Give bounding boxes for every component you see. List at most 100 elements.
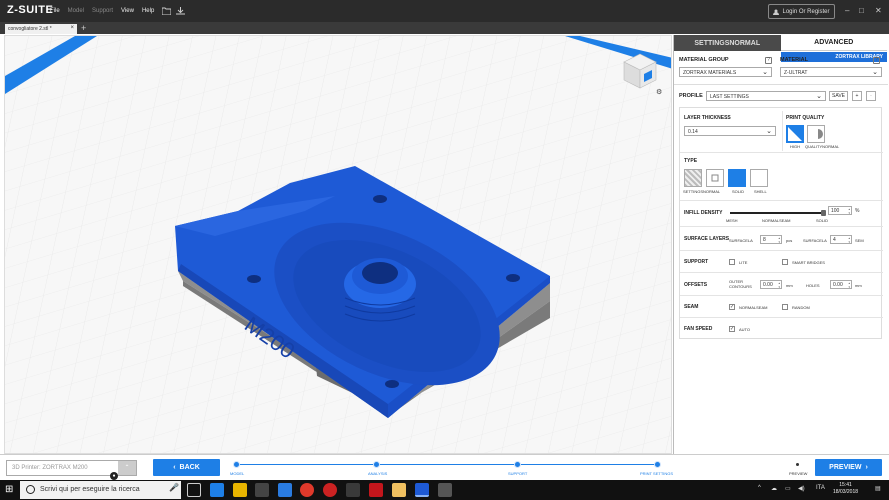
add-profile-button[interactable]: + — [852, 91, 862, 101]
stepper-arrows-icon[interactable]: ▴ ▾ — [848, 281, 850, 289]
type-mesh-option[interactable] — [684, 169, 702, 187]
quality-high-option[interactable] — [786, 125, 804, 143]
surface-top-input[interactable]: 4 ▴ ▾ — [830, 235, 852, 244]
back-label: BACK — [179, 464, 200, 471]
export-icon[interactable] — [176, 7, 185, 15]
tab-advanced[interactable]: ADVANCED — [780, 35, 887, 51]
settings-box: LAYER THICKNESS 0.14 ⌄ PRINT QUALITY HIG… — [679, 107, 883, 339]
step-support-label: SUPPORT — [508, 471, 528, 476]
material-group-select[interactable]: ZORTRAX MATERIALS ⌄ — [679, 67, 772, 77]
add-tab-button[interactable]: + — [81, 23, 86, 33]
fan-auto-checkbox[interactable]: ✓ — [729, 326, 735, 332]
printer-dropdown-icon[interactable]: ⌃ — [118, 461, 136, 475]
layer-thickness-select[interactable]: 0.14 ⌄ — [684, 126, 776, 136]
profile-select[interactable]: LAST SETTINGS ⌄ — [706, 91, 826, 101]
step-preview-dot[interactable] — [796, 463, 799, 466]
store-icon[interactable] — [255, 483, 269, 497]
volume-icon[interactable]: ◀) — [798, 485, 805, 492]
mcafee-icon[interactable] — [369, 483, 383, 497]
minimize-icon[interactable]: – — [845, 6, 849, 15]
material-group-label: MATERIAL GROUP — [679, 57, 729, 63]
stepper-arrows-icon[interactable]: ▴ ▾ — [848, 236, 850, 244]
opera-icon[interactable] — [323, 483, 337, 497]
infill-slider-thumb[interactable] — [821, 210, 826, 216]
holes-label: HOLES — [806, 283, 820, 288]
login-label: Login Or Register — [782, 8, 830, 15]
taskbar-search[interactable]: Scrivi qui per eseguire la ricerca — [20, 481, 181, 499]
menu-support[interactable]: Support — [92, 8, 113, 14]
type-label: TYPE — [684, 158, 698, 164]
type-section: TYPE SETTINGSNORMAL SOLID SHELL — [680, 153, 883, 201]
menu-bar: File Model Support View Help — [50, 8, 154, 14]
task-view-icon[interactable] — [187, 483, 201, 497]
file-tab[interactable]: convogliatore 2.stl * × — [5, 24, 77, 34]
chrome-icon[interactable] — [300, 483, 314, 497]
preview-label: PREVIEW — [829, 464, 862, 471]
quality-high-label: HIGH — [790, 144, 800, 149]
microphone-icon[interactable]: 🎤 — [167, 483, 181, 497]
tray-chevron-icon[interactable]: ^ — [758, 485, 761, 491]
infill-density-input[interactable]: 100 ▴ ▾ — [828, 206, 852, 215]
settings-panel: SETTINGSNORMAL ADVANCED ZORTRAX LIBRARY … — [673, 35, 888, 454]
surface-layers-label: SURFACE LAYERS — [684, 236, 730, 242]
holes-input[interactable]: 0.00 ▴ ▾ — [830, 280, 852, 289]
offsets-label: OFFSETS — [684, 282, 708, 288]
menu-file[interactable]: File — [50, 8, 60, 14]
language-indicator[interactable]: ITA — [816, 485, 825, 491]
tab-settings-normal[interactable]: SETTINGSNORMAL — [674, 35, 781, 51]
notifications-icon[interactable]: ▤ — [875, 485, 881, 492]
login-button[interactable]: Login Or Register — [768, 4, 835, 19]
file-explorer-icon[interactable] — [233, 483, 247, 497]
seam-normal-checkbox[interactable]: ✓ — [729, 304, 735, 310]
step-support-dot[interactable] — [514, 461, 521, 468]
app-icon[interactable] — [346, 483, 360, 497]
taskbar-clock[interactable]: 15:41 18/03/2018 — [833, 482, 858, 496]
save-profile-button[interactable]: SAVE — [829, 91, 848, 101]
material-select[interactable]: Z-ULTRAT ⌄ — [780, 67, 882, 77]
printer-select[interactable]: 3D Printer: ZORTRAX M200 ⌃ ● — [6, 460, 137, 480]
support-lite-checkbox[interactable] — [729, 259, 735, 265]
maximize-icon[interactable]: □ — [859, 6, 864, 15]
preview-button[interactable]: PREVIEW › — [815, 459, 882, 476]
type-shell-option[interactable] — [750, 169, 768, 187]
menu-model[interactable]: Model — [68, 8, 84, 14]
stepper-arrows-icon[interactable]: ▴ ▾ — [848, 207, 850, 215]
step-model-dot[interactable] — [233, 461, 240, 468]
z-suite-taskbar-icon[interactable] — [415, 483, 429, 497]
windows-start-icon[interactable]: ⊞ — [5, 484, 13, 495]
network-icon[interactable]: ▭ — [785, 485, 791, 492]
stepper-arrows-icon[interactable]: ▴ ▾ — [778, 281, 780, 289]
close-tab-icon[interactable]: × — [70, 25, 74, 31]
3d-viewport[interactable]: M200 ⚙ — [4, 35, 672, 454]
stepper-arrows-icon[interactable]: ▴ ▾ — [778, 236, 780, 244]
quality-normal-option[interactable] — [807, 125, 825, 143]
smart-bridges-checkbox[interactable] — [782, 259, 788, 265]
remove-profile-button[interactable]: - — [866, 91, 876, 101]
view-settings-gear-icon[interactable]: ⚙ — [656, 88, 662, 96]
infill-density-value: 100 — [831, 208, 840, 214]
open-folder-icon[interactable] — [161, 7, 172, 16]
menu-help[interactable]: Help — [142, 8, 154, 14]
type-shell-label: SHELL — [754, 189, 767, 194]
surface-bottom-input[interactable]: 8 ▴ ▾ — [760, 235, 782, 244]
seam-random-checkbox[interactable] — [782, 304, 788, 310]
step-analysis-dot[interactable] — [373, 461, 380, 468]
type-normal-option[interactable] — [706, 169, 724, 187]
edge-icon[interactable] — [210, 483, 224, 497]
outer-contours-input[interactable]: 0.00 ▴ ▾ — [760, 280, 782, 289]
back-button[interactable]: ‹ BACK — [153, 459, 220, 476]
mail-icon[interactable] — [278, 483, 292, 497]
step-print-settings-label: PRINT SETTINGS — [640, 471, 674, 476]
app-icon[interactable] — [438, 483, 452, 497]
step-print-settings-dot[interactable] — [654, 461, 661, 468]
help-icon[interactable]: ? — [765, 57, 772, 64]
menu-view[interactable]: View — [121, 8, 134, 14]
type-solid-option[interactable] — [728, 169, 746, 187]
view-cube[interactable] — [622, 52, 658, 92]
close-icon[interactable]: ✕ — [875, 6, 882, 15]
onedrive-icon[interactable]: ☁ — [771, 485, 777, 492]
notepad-icon[interactable] — [392, 483, 406, 497]
chevron-down-icon: ⌄ — [816, 93, 822, 100]
infill-slider-track[interactable] — [730, 210, 826, 216]
help-icon[interactable]: ? — [873, 57, 880, 64]
